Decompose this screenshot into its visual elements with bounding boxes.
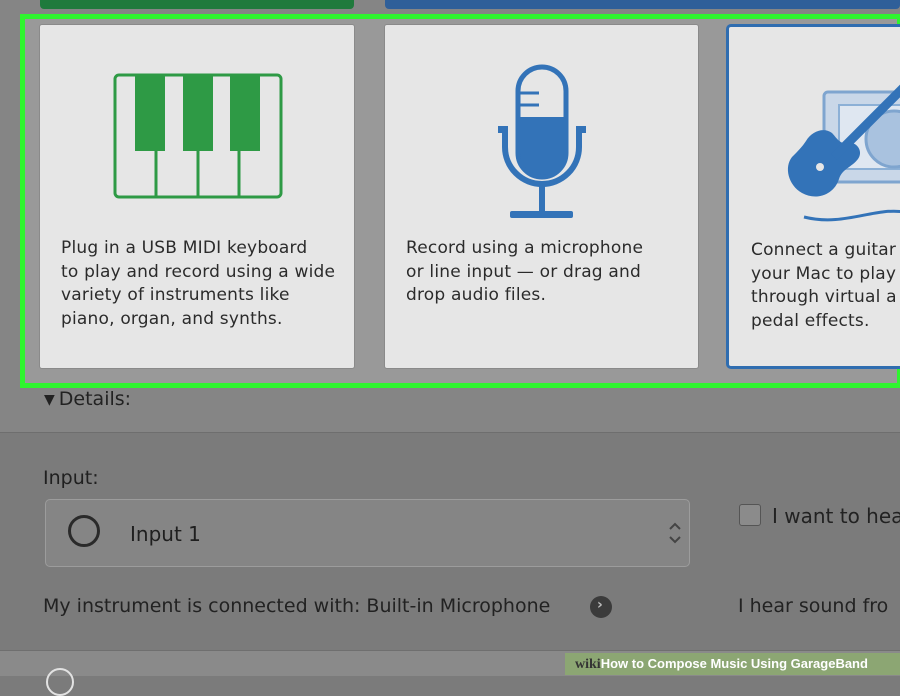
watermark-text: How to Compose Music Using GarageBand xyxy=(600,656,868,671)
card-description: Plug in a USB MIDI keyboard to play and … xyxy=(61,238,336,329)
details-label: Details: xyxy=(58,388,132,410)
card-description: Record using a microphone or line input … xyxy=(406,238,644,305)
disclosure-triangle-icon: ▼ xyxy=(44,392,55,408)
chevron-updown-icon xyxy=(669,522,681,544)
details-disclosure[interactable]: ▼ Details: xyxy=(44,388,131,410)
input-value: Input 1 xyxy=(130,522,201,546)
go-arrow-button[interactable]: › xyxy=(590,596,612,618)
audio-microphone-card[interactable]: Record using a microphone or line input … xyxy=(384,24,699,369)
hear-sound-text: I hear sound fro xyxy=(738,595,889,617)
watermark-prefix: wiki xyxy=(575,657,601,672)
card-description: Connect a guitar your Mac to play throug… xyxy=(751,240,897,331)
watermark: wikiHow to Compose Music Using GarageBan… xyxy=(565,653,900,675)
chevron-right-icon: › xyxy=(597,597,603,613)
blue-strip xyxy=(385,0,900,9)
green-strip xyxy=(40,0,354,9)
hear-checkbox[interactable] xyxy=(739,504,761,526)
software-instrument-card[interactable]: Plug in a USB MIDI keyboard to play and … xyxy=(39,24,355,369)
divider xyxy=(0,432,900,433)
hear-checkbox-label: I want to hea xyxy=(772,504,900,528)
bottom-circle-icon[interactable] xyxy=(46,668,74,696)
piano-keyboard-icon xyxy=(113,73,283,199)
guitar-icon xyxy=(787,84,900,222)
input-select[interactable]: Input 1 xyxy=(45,499,690,567)
connected-with-text: My instrument is connected with: Built-i… xyxy=(43,595,551,617)
microphone-icon xyxy=(498,64,586,218)
guitar-card[interactable]: Connect a guitar your Mac to play throug… xyxy=(726,24,900,369)
input-label: Input: xyxy=(43,467,99,489)
monitor-circle-icon[interactable] xyxy=(68,515,100,547)
